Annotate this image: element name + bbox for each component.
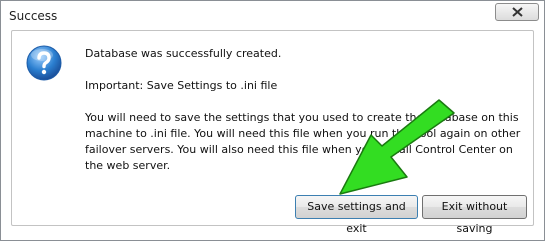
exit-without-saving-button[interactable]: Exit without saving [422,195,527,235]
save-settings-and-exit-button[interactable]: Save settings and exit [295,195,418,235]
question-icon [26,45,62,81]
window-title: Success [9,9,58,23]
title-bar: Success [1,1,544,31]
close-button[interactable] [495,3,539,21]
success-message: Database was successfully created. [85,47,282,60]
success-dialog-window: Success Database was successfully create… [0,0,545,241]
dialog-body: Database was successfully created. Impor… [11,30,534,235]
close-icon [512,7,523,17]
instructions-message: You will need to save the settings that … [85,111,521,172]
important-message: Important: Save Settings to .ini file [85,79,278,92]
